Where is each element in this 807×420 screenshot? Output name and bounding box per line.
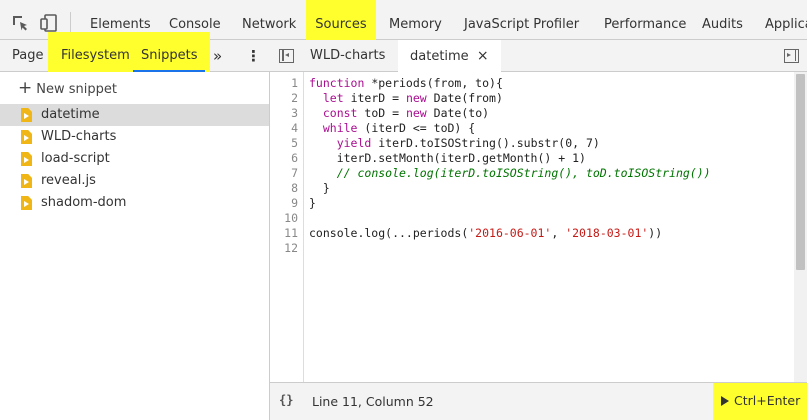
scrollbar-thumb[interactable] bbox=[796, 74, 805, 270]
tab-sources[interactable]: Sources bbox=[306, 0, 376, 40]
line-number: 10 bbox=[284, 211, 298, 225]
status-bar: {} Line 11, Column 52 Ctrl+Enter bbox=[270, 382, 807, 420]
code-line: } bbox=[309, 181, 330, 195]
code-editor[interactable]: function *periods(from, to){ let iterD =… bbox=[309, 72, 794, 382]
run-shortcut-label: Ctrl+Enter bbox=[734, 393, 801, 408]
editor-tab-datetime[interactable]: datetime × bbox=[398, 40, 501, 72]
snippet-item-wld-charts[interactable]: WLD-charts bbox=[0, 126, 269, 148]
more-tabs-icon[interactable]: » bbox=[213, 40, 222, 72]
line-number: 2 bbox=[291, 91, 298, 105]
tab-application[interactable]: Applica bbox=[765, 0, 807, 40]
editor-tab-label: WLD-charts bbox=[310, 48, 386, 63]
snippet-name: load-script bbox=[41, 151, 110, 166]
line-number: 12 bbox=[284, 241, 298, 255]
snippet-item-datetime[interactable]: datetime bbox=[0, 104, 269, 126]
device-toolbar-icon[interactable] bbox=[40, 14, 58, 32]
snippet-file-icon bbox=[21, 130, 32, 144]
snippet-file-icon bbox=[21, 196, 32, 210]
line-number: 3 bbox=[291, 106, 298, 120]
snippet-name: WLD-charts bbox=[41, 129, 117, 144]
editor-tab-wld-charts[interactable]: WLD-charts bbox=[310, 40, 385, 72]
snippet-name: shadom-dom bbox=[41, 195, 127, 210]
snippet-item-load-script[interactable]: load-script bbox=[0, 148, 269, 170]
code-line: function *periods(from, to){ bbox=[309, 76, 503, 90]
snippet-item-shadom-dom[interactable]: shadom-dom bbox=[0, 192, 269, 214]
line-number: 8 bbox=[291, 181, 298, 195]
tab-memory[interactable]: Memory bbox=[389, 0, 442, 40]
tab-performance[interactable]: Performance bbox=[604, 0, 686, 40]
line-number: 7 bbox=[291, 166, 298, 180]
toolbar-separator bbox=[70, 12, 71, 34]
run-snippet-button[interactable]: Ctrl+Enter bbox=[721, 393, 800, 408]
new-snippet-label: New snippet bbox=[36, 82, 117, 97]
line-number: 6 bbox=[291, 151, 298, 165]
play-icon bbox=[721, 396, 729, 406]
line-number-gutter: 1 2 3 4 5 6 7 8 9 10 11 12 bbox=[270, 72, 304, 382]
line-number: 9 bbox=[291, 196, 298, 210]
snippet-file-icon bbox=[21, 174, 32, 188]
navigator-menu-icon[interactable]: ⋮ bbox=[246, 40, 261, 72]
editor-tabs: WLD-charts datetime × bbox=[270, 40, 807, 72]
code-line: console.log(...periods('2016-06-01', '20… bbox=[309, 226, 663, 240]
code-line: while (iterD <= toD) { bbox=[322, 121, 476, 135]
tab-filesystem[interactable]: Filesystem bbox=[61, 40, 130, 72]
toggle-navigator-icon[interactable] bbox=[279, 49, 294, 63]
tab-network[interactable]: Network bbox=[242, 0, 296, 40]
code-line: let iterD = new Date(from) bbox=[322, 91, 503, 105]
tab-audits[interactable]: Audits bbox=[702, 0, 743, 40]
run-highlight: Ctrl+Enter bbox=[713, 383, 807, 420]
plus-icon: + bbox=[18, 78, 33, 98]
editor-tab-label: datetime bbox=[410, 49, 469, 64]
tab-page[interactable]: Page bbox=[12, 40, 43, 72]
toggle-debugger-icon[interactable] bbox=[784, 49, 799, 63]
snippet-name: datetime bbox=[41, 107, 100, 122]
inspect-element-icon[interactable] bbox=[11, 14, 29, 32]
tab-snippets[interactable]: Snippets bbox=[133, 40, 206, 72]
snippet-file-icon bbox=[21, 108, 32, 122]
code-line: // console.log(iterD.toISOString(), toD.… bbox=[336, 166, 711, 180]
close-icon[interactable]: × bbox=[477, 48, 489, 64]
navigator-panel: Page Filesystem Snippets » ⋮ + New snippe… bbox=[0, 32, 270, 420]
editor-scrollbar[interactable] bbox=[794, 72, 807, 382]
snippet-item-reveal-js[interactable]: reveal.js bbox=[0, 170, 269, 192]
new-snippet-button[interactable]: + New snippet bbox=[18, 78, 117, 98]
snippet-name: reveal.js bbox=[41, 173, 96, 188]
code-line: } bbox=[309, 196, 316, 210]
line-number: 5 bbox=[291, 136, 298, 150]
snippet-file-icon bbox=[21, 152, 32, 166]
code-line: yield iterD.toISOString().substr(0, 7) bbox=[336, 136, 600, 150]
code-line: iterD.setMonth(iterD.getMonth() + 1) bbox=[309, 151, 586, 165]
line-number: 4 bbox=[291, 121, 298, 135]
code-line: const toD = new Date(to) bbox=[322, 106, 490, 120]
line-number: 11 bbox=[284, 226, 298, 240]
navigator-tabs: Page Filesystem Snippets » ⋮ bbox=[0, 32, 270, 72]
line-number: 1 bbox=[291, 76, 298, 90]
pretty-print-icon[interactable]: {} bbox=[279, 393, 293, 407]
cursor-position: Line 11, Column 52 bbox=[312, 394, 434, 409]
tab-javascript-profiler[interactable]: JavaScript Profiler bbox=[464, 0, 579, 40]
